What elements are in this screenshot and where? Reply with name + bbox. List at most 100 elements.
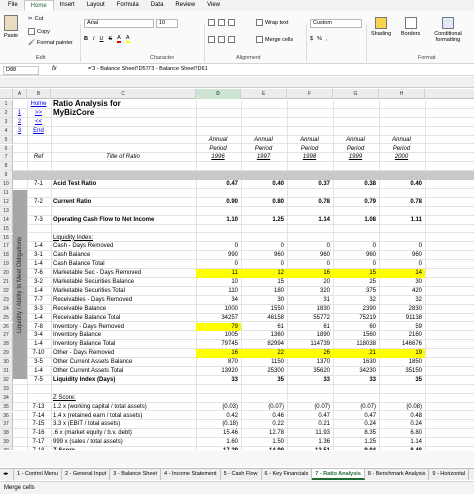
align-top-buttons[interactable]: [208, 19, 235, 26]
row-number[interactable]: 40: [0, 447, 13, 450]
col-header-e[interactable]: E: [241, 89, 287, 99]
row-number[interactable]: 27: [0, 331, 13, 341]
row-number[interactable]: 17: [0, 242, 13, 252]
row-number[interactable]: 28: [0, 340, 13, 350]
tab-6[interactable]: 6 - Key Financials: [262, 469, 313, 480]
col-header-g[interactable]: G: [333, 89, 379, 99]
tab-4[interactable]: 4 - Income Statement: [161, 469, 221, 480]
row-number[interactable]: 26: [0, 322, 13, 332]
select-all-corner[interactable]: [0, 89, 13, 99]
bold-button[interactable]: B: [84, 36, 88, 42]
col-header-h[interactable]: H: [379, 89, 425, 99]
row-number[interactable]: 3: [0, 117, 13, 127]
menu-view[interactable]: View: [201, 0, 226, 11]
borders-button[interactable]: Borders: [401, 17, 420, 37]
format-painter-button[interactable]: 🖌 Format painter: [28, 40, 73, 46]
row-number[interactable]: 31: [0, 367, 13, 376]
row-number[interactable]: 4: [0, 126, 13, 136]
conditional-formatting-button[interactable]: Conditional formatting: [428, 17, 468, 43]
col-header-a[interactable]: A: [13, 89, 27, 99]
tab-7[interactable]: 7 - Ratio Analysis: [312, 469, 365, 480]
row-number[interactable]: 36: [0, 411, 13, 421]
nav-link-3[interactable]: 3: [13, 127, 27, 136]
italic-button[interactable]: I: [93, 36, 95, 42]
row-number[interactable]: 19: [0, 260, 13, 270]
merge-cells-button[interactable]: Merge cells: [256, 36, 293, 43]
col-header-d[interactable]: D: [196, 89, 241, 99]
tab-1[interactable]: 1 - Control Menu: [14, 469, 62, 480]
row-number[interactable]: 15: [0, 224, 13, 234]
row-number[interactable]: 25: [0, 313, 13, 323]
row-number[interactable]: 33: [0, 384, 13, 394]
horizontal-scroll-area[interactable]: [0, 451, 474, 467]
menu-layout[interactable]: Layout: [81, 0, 111, 11]
row-number[interactable]: 38: [0, 429, 13, 439]
row-number[interactable]: 5: [0, 135, 13, 145]
nav-link-down[interactable]: <<: [27, 118, 51, 127]
paste-button[interactable]: Paste: [4, 15, 18, 39]
col-header-f[interactable]: F: [287, 89, 333, 99]
copy-button[interactable]: Copy: [28, 28, 50, 35]
menu-data[interactable]: Data: [145, 0, 170, 11]
tab-nav-arrows[interactable]: ◂▸: [0, 469, 14, 480]
row-number[interactable]: 13: [0, 206, 13, 216]
col-header-c[interactable]: C: [51, 89, 196, 99]
sheet-grid[interactable]: 1 Home Ratio Analysis for 2 1 >> MyBizCore 3 2 <<…: [0, 100, 474, 450]
nav-link-end[interactable]: End: [27, 127, 51, 136]
tab-5[interactable]: 5 - Cash Flow: [221, 469, 262, 480]
font-size-select[interactable]: 10: [156, 19, 178, 28]
row-number[interactable]: 9: [0, 171, 13, 181]
row-number[interactable]: 21: [0, 278, 13, 287]
menu-formula[interactable]: Formula: [111, 0, 145, 11]
row-number[interactable]: 22: [0, 286, 13, 296]
row-number[interactable]: 10: [0, 180, 13, 189]
menu-home[interactable]: Home: [23, 0, 54, 11]
nav-link-up[interactable]: >>: [27, 109, 51, 118]
highlight-icon[interactable]: A: [125, 35, 130, 43]
shading-button[interactable]: Shading: [371, 17, 391, 37]
tab-9[interactable]: 9 - Horizontal: [429, 469, 470, 480]
tab-8[interactable]: 8 - Benchmark Analysis: [365, 469, 430, 480]
row-number[interactable]: 32: [0, 375, 13, 385]
nav-link-1[interactable]: 1: [13, 109, 27, 118]
col-header-b[interactable]: B: [27, 89, 51, 99]
row-number[interactable]: 7: [0, 153, 13, 163]
row-number[interactable]: 8: [0, 162, 13, 172]
underline-button[interactable]: U: [100, 36, 104, 42]
font-name-select[interactable]: Arial: [84, 19, 154, 28]
menu-file[interactable]: File: [2, 0, 24, 11]
row-number[interactable]: 11: [0, 189, 13, 198]
row-number[interactable]: 23: [0, 295, 13, 305]
row-number[interactable]: 2: [0, 108, 13, 118]
row-number[interactable]: 14: [0, 215, 13, 225]
strikethrough-button[interactable]: S: [109, 36, 113, 42]
tab-2[interactable]: 2 - General Input: [62, 469, 111, 480]
row-number[interactable]: 29: [0, 349, 13, 359]
row-number[interactable]: 12: [0, 197, 13, 207]
row-number[interactable]: 24: [0, 304, 13, 314]
row-number[interactable]: 35: [0, 402, 13, 412]
tab-3[interactable]: 3 - Balance Sheet: [110, 469, 161, 480]
number-format-select[interactable]: Custom: [310, 19, 362, 28]
row-number[interactable]: 18: [0, 251, 13, 261]
row-number[interactable]: 34: [0, 393, 13, 403]
row-number[interactable]: 30: [0, 358, 13, 367]
cut-button[interactable]: ✂ Cut: [28, 16, 43, 22]
value-cell: 30: [277, 296, 284, 303]
wrap-text-button[interactable]: Wrap text: [256, 19, 288, 26]
nav-link-2[interactable]: 2: [13, 118, 27, 127]
row-number[interactable]: 1: [0, 100, 13, 109]
row-number[interactable]: 16: [0, 233, 13, 243]
row-number[interactable]: 20: [0, 269, 13, 278]
number-buttons[interactable]: $%,: [310, 36, 327, 42]
nav-link-home[interactable]: Home: [27, 100, 51, 109]
menu-review[interactable]: Review: [169, 0, 201, 11]
formula-input[interactable]: ='3 - Balance Sheet'!D57/'3 - Balance Sh…: [88, 66, 208, 72]
align-h-buttons[interactable]: [208, 36, 235, 43]
row-number[interactable]: 6: [0, 144, 13, 154]
row-number[interactable]: 39: [0, 438, 13, 448]
row-number[interactable]: 37: [0, 420, 13, 430]
menu-insert[interactable]: Insert: [54, 0, 81, 11]
font-color-icon[interactable]: A: [117, 35, 121, 43]
name-box[interactable]: D88: [3, 66, 39, 75]
